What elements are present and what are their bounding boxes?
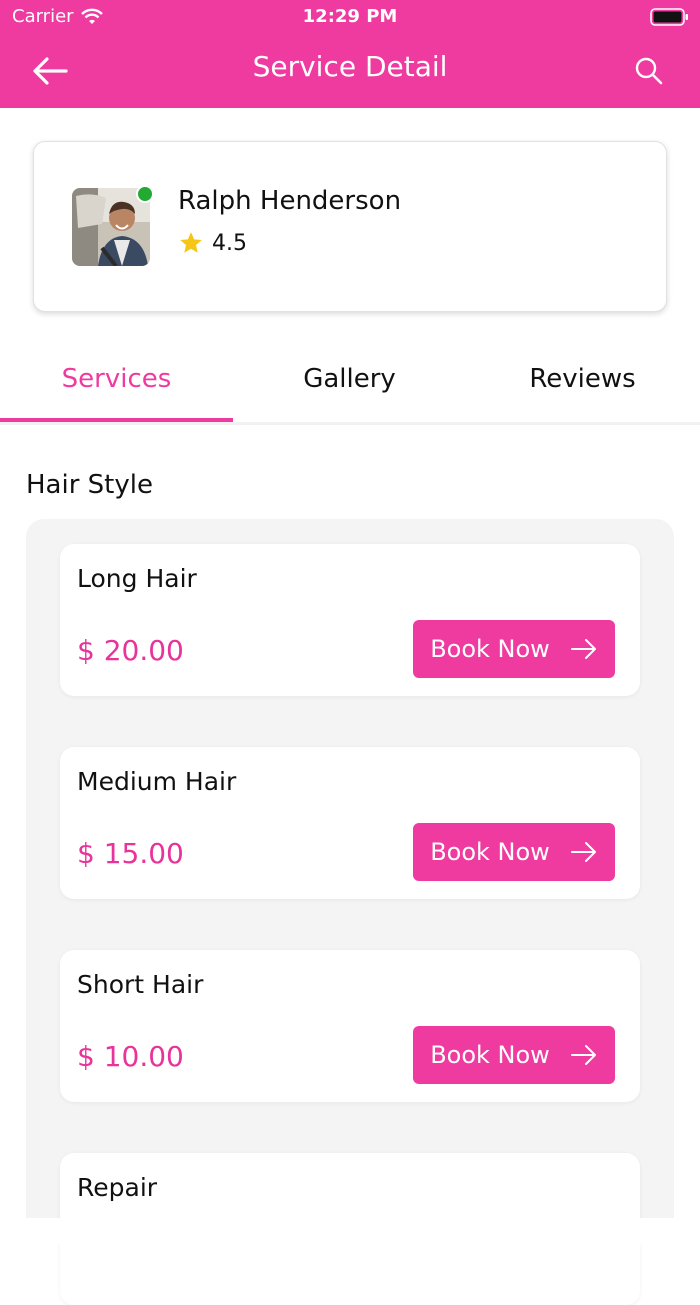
tab-bar: Services Gallery Reviews xyxy=(0,350,700,425)
service-name: Medium Hair xyxy=(77,767,237,796)
tab-services[interactable]: Services xyxy=(0,350,233,422)
arrow-right-icon xyxy=(570,1045,596,1065)
service-card: Short Hair $ 10.00 Book Now xyxy=(60,950,640,1102)
page-title: Service Detail xyxy=(252,50,448,83)
service-card: Long Hair $ 20.00 Book Now xyxy=(60,544,640,696)
battery-icon xyxy=(650,8,688,26)
section-title: Hair Style xyxy=(26,470,153,500)
status-bar: Carrier 12:29 PM xyxy=(0,0,700,36)
arrow-right-icon xyxy=(570,842,596,862)
tab-gallery[interactable]: Gallery xyxy=(233,350,466,422)
arrow-right-icon xyxy=(570,639,596,659)
service-card: Medium Hair $ 15.00 Book Now xyxy=(60,747,640,899)
star-icon xyxy=(180,232,202,253)
service-name: Short Hair xyxy=(77,970,204,999)
service-name: Repair xyxy=(77,1173,158,1202)
online-status-indicator xyxy=(136,185,154,203)
book-now-label: Book Now xyxy=(430,635,550,663)
bottom-edge xyxy=(0,1218,700,1244)
provider-name: Ralph Henderson xyxy=(178,186,402,216)
book-now-label: Book Now xyxy=(430,838,550,866)
service-name: Long Hair xyxy=(77,564,197,593)
service-price: $ 10.00 xyxy=(77,1040,184,1073)
service-price: $ 15.00 xyxy=(77,837,184,870)
status-time: 12:29 PM xyxy=(302,6,398,27)
search-icon[interactable] xyxy=(634,56,664,86)
tab-reviews[interactable]: Reviews xyxy=(466,350,699,422)
provider-card[interactable]: Ralph Henderson 4.5 xyxy=(33,141,667,312)
book-now-button[interactable]: Book Now xyxy=(413,1026,615,1084)
book-now-button[interactable]: Book Now xyxy=(413,620,615,678)
rating-value: 4.5 xyxy=(212,230,247,256)
app-header: Carrier 12:29 PM Service Detail xyxy=(0,0,700,108)
book-now-label: Book Now xyxy=(430,1041,550,1069)
service-price: $ 20.00 xyxy=(77,634,184,667)
active-tab-indicator xyxy=(0,418,233,422)
rating: 4.5 xyxy=(178,230,247,256)
book-now-button[interactable]: Book Now xyxy=(413,823,615,881)
